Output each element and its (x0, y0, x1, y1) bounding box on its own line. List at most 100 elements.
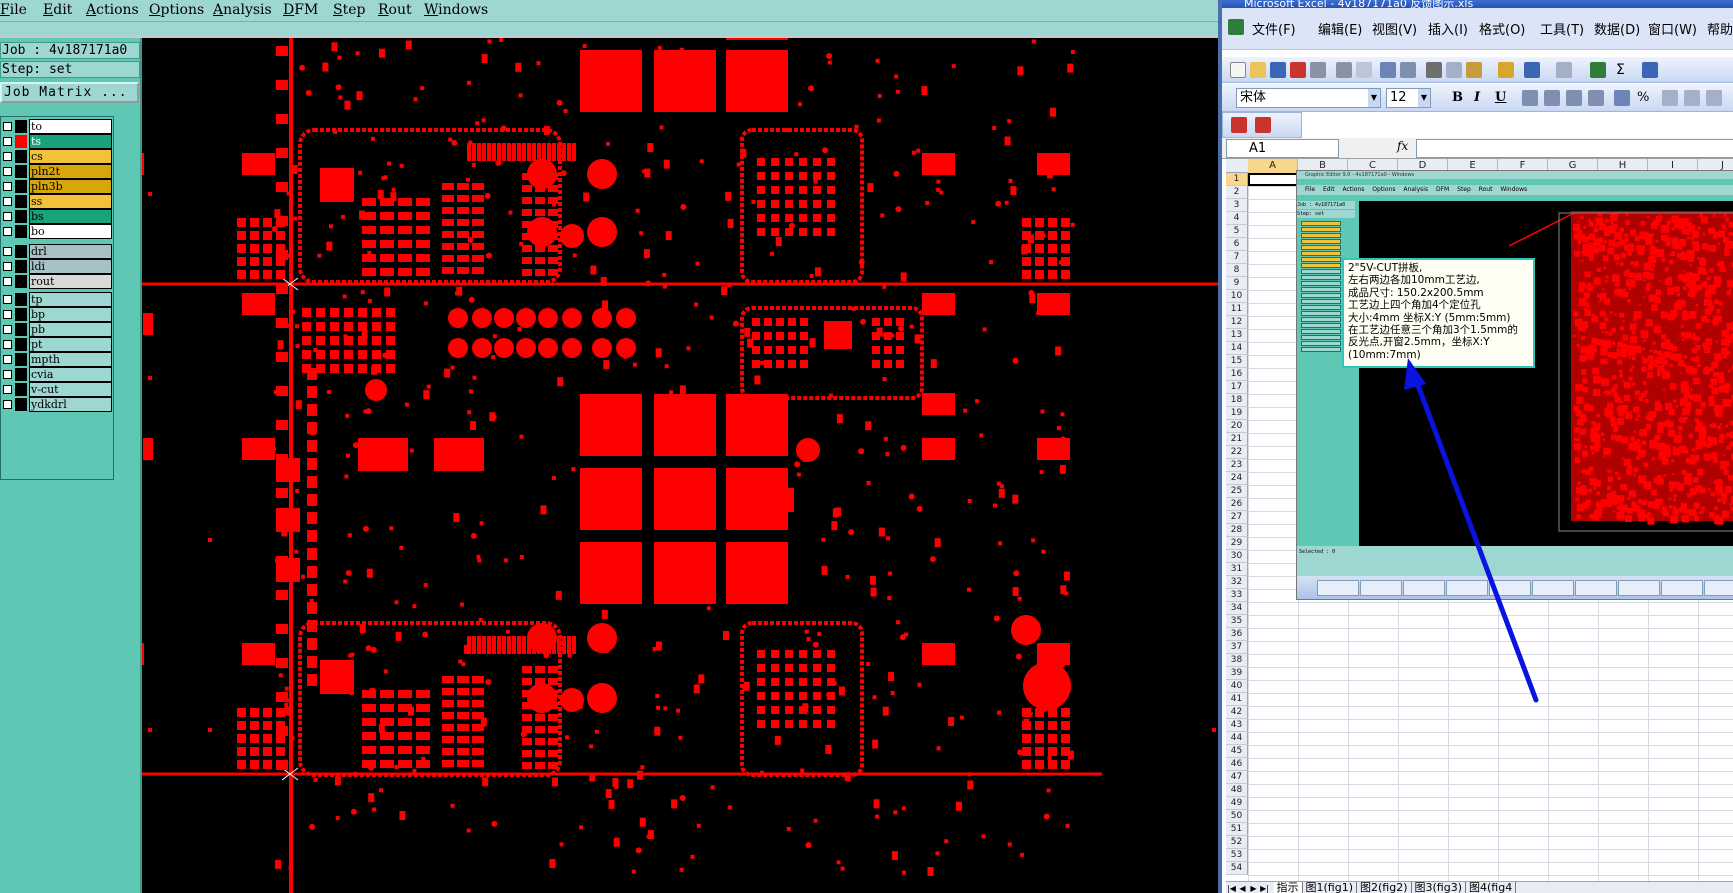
layer-row-mpth[interactable]: mpth (1, 352, 115, 367)
layer-checkbox[interactable] (3, 152, 12, 161)
italic-button[interactable]: I (1474, 90, 1480, 105)
last-sheet-icon[interactable]: ▶| (1259, 883, 1270, 893)
layer-checkbox[interactable] (3, 137, 12, 146)
row-header[interactable]: 44 (1226, 732, 1248, 745)
row-header[interactable]: 14 (1226, 342, 1248, 355)
layer-name[interactable]: ss (29, 194, 112, 209)
layer-name[interactable]: rout (29, 274, 112, 289)
row-header[interactable]: 18 (1226, 394, 1248, 407)
layer-color-swatch[interactable] (15, 225, 27, 238)
layer-row-v-cut[interactable]: v-cut (1, 382, 115, 397)
spelling-icon[interactable] (1380, 62, 1396, 78)
hyperlink-icon[interactable] (1590, 62, 1606, 78)
layer-color-swatch[interactable] (15, 353, 27, 366)
research-icon[interactable] (1400, 62, 1416, 78)
undo-icon[interactable] (1524, 62, 1540, 78)
row-header[interactable]: 50 (1226, 810, 1248, 823)
column-header-A[interactable]: A (1248, 159, 1298, 173)
formula-input[interactable] (1416, 139, 1733, 158)
layer-color-swatch[interactable] (15, 338, 27, 351)
layer-name[interactable]: ydkdrl (29, 397, 112, 412)
menu-view[interactable]: 视图(V) (1372, 19, 1417, 38)
save-icon[interactable] (1270, 62, 1286, 78)
new-file-icon[interactable] (1230, 62, 1246, 78)
name-box[interactable]: A1 (1226, 139, 1339, 158)
row-header[interactable]: 9 (1226, 277, 1248, 290)
menu-tools[interactable]: 工具(T) (1540, 19, 1584, 38)
layer-color-swatch[interactable] (15, 398, 27, 411)
layer-row-pb[interactable]: pb (1, 322, 115, 337)
decrease-decimal-icon[interactable] (1706, 90, 1722, 106)
board-canvas[interactable] (142, 38, 1218, 893)
layer-name[interactable]: pb (29, 322, 112, 337)
row-header[interactable]: 20 (1226, 420, 1248, 433)
sheet-tab[interactable]: 图4(fig4 (1466, 882, 1517, 893)
pdf-email-icon[interactable] (1255, 117, 1271, 133)
email-icon[interactable] (1310, 62, 1326, 78)
layer-checkbox[interactable] (3, 122, 12, 131)
row-header[interactable]: 52 (1226, 836, 1248, 849)
row-header[interactable]: 4 (1226, 212, 1248, 225)
print-preview-icon[interactable] (1356, 62, 1372, 78)
row-header[interactable]: 16 (1226, 368, 1248, 381)
layer-checkbox[interactable] (3, 400, 12, 409)
menu-actions[interactable]: Actions (86, 2, 139, 18)
layer-name[interactable]: pln3b (29, 179, 112, 194)
row-header[interactable]: 10 (1226, 290, 1248, 303)
layer-name[interactable]: cvia (29, 367, 112, 382)
layer-checkbox[interactable] (3, 262, 12, 271)
layer-row-pt[interactable]: pt (1, 337, 115, 352)
row-header[interactable]: 7 (1226, 251, 1248, 264)
layer-name[interactable]: pt (29, 337, 112, 352)
menu-file[interactable]: 文件(F) (1252, 19, 1296, 38)
row-header[interactable]: 41 (1226, 693, 1248, 706)
layer-row-bp[interactable]: bp (1, 307, 115, 322)
row-header[interactable]: 48 (1226, 784, 1248, 797)
row-header[interactable]: 23 (1226, 459, 1248, 472)
layer-checkbox[interactable] (3, 325, 12, 334)
layer-row-ts[interactable]: ts (1, 134, 115, 149)
layer-checkbox[interactable] (3, 167, 12, 176)
layer-name[interactable]: cs (29, 149, 112, 164)
increase-decimal-icon[interactable] (1684, 90, 1700, 106)
menu-data[interactable]: 数据(D) (1594, 19, 1640, 38)
row-header[interactable]: 8 (1226, 264, 1248, 277)
merge-center-icon[interactable] (1588, 90, 1604, 106)
underline-button[interactable]: U (1495, 90, 1506, 105)
row-header[interactable]: 29 (1226, 537, 1248, 550)
menu-step[interactable]: Step (333, 2, 365, 18)
row-header[interactable]: 47 (1226, 771, 1248, 784)
layer-name[interactable]: bp (29, 307, 112, 322)
row-header[interactable]: 27 (1226, 511, 1248, 524)
layer-checkbox[interactable] (3, 340, 12, 349)
layer-row-to[interactable]: to (1, 119, 115, 134)
layer-color-swatch[interactable] (15, 383, 27, 396)
menu-file[interactable]: File (0, 2, 27, 18)
layer-color-swatch[interactable] (15, 120, 27, 133)
row-header[interactable]: 53 (1226, 849, 1248, 862)
menu-rout[interactable]: Rout (378, 2, 412, 18)
currency-icon[interactable] (1614, 90, 1630, 106)
sheet-tab[interactable]: 图2(fig2) (1357, 882, 1412, 893)
layer-name[interactable]: bs (29, 209, 112, 224)
layer-row-ydkdrl[interactable]: ydkdrl (1, 397, 115, 412)
row-header[interactable]: 26 (1226, 498, 1248, 511)
row-header[interactable]: 11 (1226, 303, 1248, 316)
autosum-icon[interactable]: Σ (1616, 62, 1632, 78)
row-header[interactable]: 25 (1226, 485, 1248, 498)
embedded-screenshot[interactable]: Graphic Editor 9.0 - 4v187171a0 - Window… (1296, 170, 1733, 600)
layer-row-drl[interactable]: drl (1, 244, 115, 259)
row-header[interactable]: 30 (1226, 550, 1248, 563)
row-header[interactable]: 33 (1226, 589, 1248, 602)
sheet-tab[interactable]: 图1(fig1) (1303, 882, 1357, 893)
row-header[interactable]: 54 (1226, 862, 1248, 875)
row-header[interactable]: 36 (1226, 628, 1248, 641)
layer-checkbox[interactable] (3, 295, 12, 304)
copy-icon[interactable] (1446, 62, 1462, 78)
cut-icon[interactable] (1426, 62, 1442, 78)
layer-row-rout[interactable]: rout (1, 274, 115, 289)
layer-checkbox[interactable] (3, 197, 12, 206)
layer-name[interactable]: tp (29, 292, 112, 307)
row-header[interactable]: 40 (1226, 680, 1248, 693)
layer-row-pln3b[interactable]: pln3b (1, 179, 115, 194)
